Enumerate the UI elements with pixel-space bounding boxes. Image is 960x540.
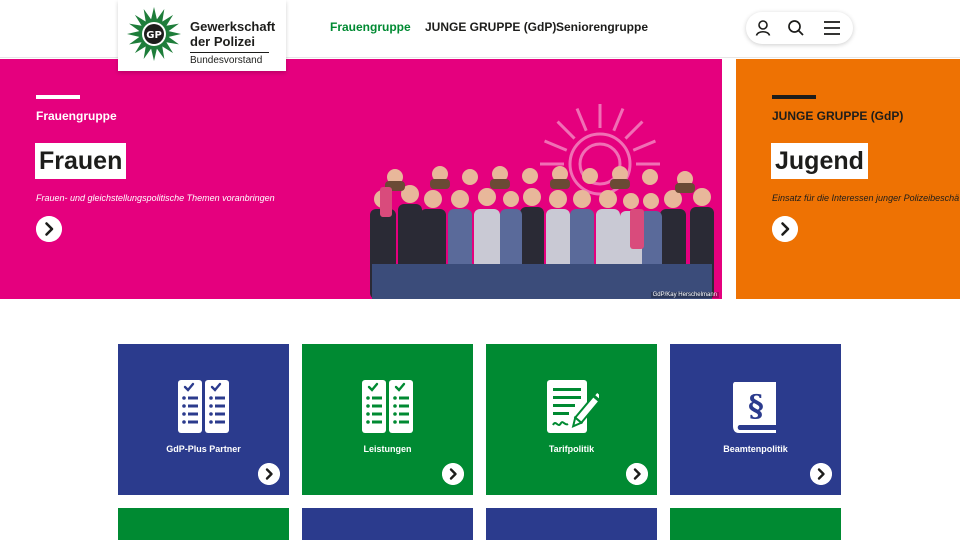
contract-icon bbox=[547, 380, 599, 433]
tile-partial[interactable] bbox=[302, 508, 473, 540]
tile-label: GdP-Plus Partner bbox=[166, 444, 241, 454]
hero-subtitle: Frauen- und gleichstellungspolitische Th… bbox=[36, 193, 275, 203]
checklist-icon bbox=[362, 380, 413, 433]
hero-accent-bar bbox=[772, 95, 816, 99]
menu-icon[interactable] bbox=[822, 18, 842, 38]
tile-leistungen[interactable]: Leistungen bbox=[302, 344, 473, 495]
nav-junge-gruppe[interactable]: JUNGE GRUPPE (GdP) bbox=[425, 20, 556, 34]
law-book-icon: § bbox=[733, 382, 776, 433]
hero-accent-bar bbox=[36, 95, 80, 99]
logo-line-1: Gewerkschaft bbox=[190, 19, 276, 34]
hero-slide-frauen: Frauengruppe Frauen Frauen- und gleichst… bbox=[0, 59, 722, 299]
hero-slide-jugend: JUNGE GRUPPE (GdP) Jugend Einsatz für di… bbox=[736, 59, 960, 299]
tile-gdp-plus-partner[interactable]: GdP-Plus Partner bbox=[118, 344, 289, 495]
search-icon[interactable] bbox=[786, 18, 806, 38]
checklist-icon bbox=[178, 380, 229, 433]
hero-kicker: JUNGE GRUPPE (GdP) bbox=[772, 109, 904, 123]
hero-title: Frauen bbox=[35, 143, 127, 179]
tile-partial[interactable] bbox=[670, 508, 841, 540]
nav-seniorengruppe[interactable]: Seniorengruppe bbox=[556, 20, 648, 34]
tile-partial[interactable] bbox=[118, 508, 289, 540]
tile-tarifpolitik[interactable]: Tarifpolitik bbox=[486, 344, 657, 495]
hero-title: Jugend bbox=[771, 143, 868, 179]
tile-label: Tarifpolitik bbox=[548, 444, 595, 454]
tile-label: Leistungen bbox=[363, 444, 412, 454]
tile-partial[interactable] bbox=[486, 508, 657, 540]
hero-group-photo bbox=[370, 104, 714, 299]
photo-credit: GdP/Kay Herschelmann bbox=[650, 292, 719, 298]
svg-text:§: § bbox=[748, 389, 764, 424]
chevron-right-icon[interactable] bbox=[442, 463, 464, 485]
logo-divider bbox=[190, 52, 269, 53]
logo-line-3: Bundesvorstand bbox=[190, 55, 263, 66]
header-actions bbox=[746, 12, 853, 44]
logo[interactable]: GP Gewerkschaft der Polizei Bundesvorsta… bbox=[118, 0, 286, 71]
nav-frauengruppe[interactable]: Frauengruppe bbox=[330, 20, 411, 34]
logo-wordmark: Gewerkschaft der Polizei Bundesvorstand bbox=[190, 19, 276, 67]
tile-beamtenpolitik[interactable]: § Beamtenpolitik bbox=[670, 344, 841, 495]
hero-subtitle: Einsatz für die Interessen junger Polize… bbox=[772, 193, 960, 203]
user-icon[interactable] bbox=[753, 18, 773, 38]
tile-label: Beamtenpolitik bbox=[723, 444, 788, 454]
chevron-right-icon[interactable] bbox=[258, 463, 280, 485]
logo-line-2: der Polizei bbox=[190, 34, 256, 49]
chevron-right-icon[interactable] bbox=[36, 216, 62, 242]
chevron-right-icon[interactable] bbox=[772, 216, 798, 242]
site-header: GP Gewerkschaft der Polizei Bundesvorsta… bbox=[0, 0, 960, 71]
chevron-right-icon[interactable] bbox=[626, 463, 648, 485]
hero-kicker: Frauengruppe bbox=[36, 109, 117, 123]
police-star-icon: GP bbox=[127, 7, 181, 61]
chevron-right-icon[interactable] bbox=[810, 463, 832, 485]
svg-text:GP: GP bbox=[146, 30, 162, 41]
